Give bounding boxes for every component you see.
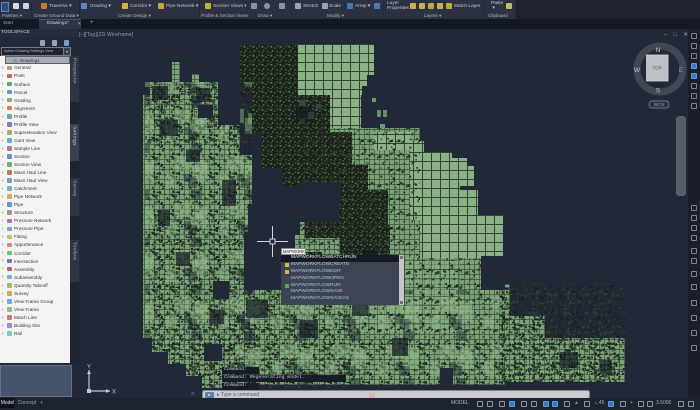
svg-text:WCS: WCS — [654, 102, 665, 107]
svg-text:N: N — [656, 47, 661, 54]
svg-text:TOP: TOP — [652, 66, 661, 71]
svg-text:E: E — [679, 67, 684, 74]
svg-text:S: S — [656, 88, 661, 95]
svg-text:X: X — [112, 390, 116, 396]
svg-text:Y: Y — [87, 365, 91, 371]
svg-text:W: W — [634, 67, 641, 74]
